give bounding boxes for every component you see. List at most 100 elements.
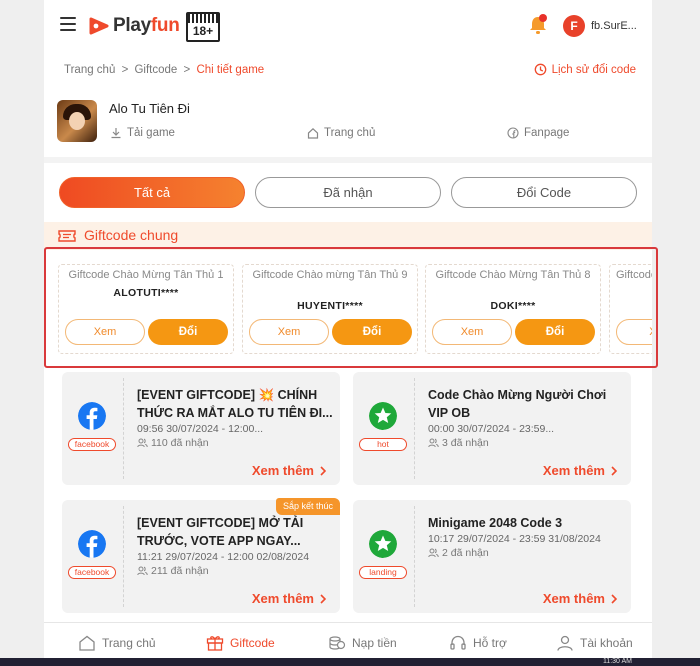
users-icon (137, 438, 148, 448)
fanpage-label: Fanpage (524, 127, 570, 139)
event-card-icon-area: facebook (62, 372, 122, 485)
playfun-logo-icon (89, 17, 109, 35)
home-icon (307, 127, 319, 139)
event-claimed-label: 110 đã nhận (151, 437, 209, 449)
nav-giftcode-label: Giftcode (230, 636, 275, 650)
breadcrumb-separator: > (121, 64, 129, 76)
event-title: [EVENT GIFTCODE] MỞ TẢI TRƯỚC, VOTE APP … (137, 516, 304, 548)
chevron-right-icon (320, 465, 326, 476)
home-icon (79, 635, 95, 651)
chevron-right-icon (611, 465, 617, 476)
game-homepage-link[interactable]: Trang chủ (307, 127, 375, 139)
top-header: Playfun 18+ F fb.SurE... (44, 0, 652, 54)
breadcrumb-current: Chi tiết game (196, 64, 265, 76)
event-source-tag: hot (359, 438, 407, 451)
see-more-label: Xem thêm (542, 463, 605, 478)
breadcrumb-home[interactable]: Trang chủ (64, 64, 115, 76)
breadcrumb-separator: > (183, 64, 191, 76)
event-claimed-label: 2 đã nhận (442, 547, 489, 559)
giftcode-section-header: Giftcode chung (44, 222, 652, 250)
section-divider (44, 157, 652, 163)
event-claimed-count: 2 đã nhận (428, 547, 489, 559)
coins-icon (329, 636, 346, 650)
see-more-label: Xem thêm (542, 591, 605, 606)
avatar: F (563, 15, 585, 37)
tab-redeem-code[interactable]: Đổi Code (451, 177, 637, 208)
see-more-label: Xem thêm (251, 591, 314, 606)
event-title: Code Chào Mừng Người Chơi VIP OB (428, 388, 607, 420)
nav-account[interactable]: Tài khoản (556, 635, 633, 651)
event-claimed-label: 3 đã nhận (442, 437, 489, 449)
user-icon (557, 635, 573, 651)
see-more-label: Xem thêm (251, 463, 314, 478)
user-menu[interactable]: F fb.SurE... (563, 15, 637, 37)
users-icon (428, 548, 439, 558)
age-rating-badge: 18+ (186, 12, 220, 42)
nav-support-label: Hỗ trợ (473, 636, 507, 650)
event-date-range: 11:21 29/07/2024 - 12:00 02/08/2024 (137, 551, 310, 563)
logo-text: Playfun (113, 15, 180, 36)
playfun-logo[interactable]: Playfun (88, 12, 180, 40)
download-game-link[interactable]: Tải game (110, 127, 175, 139)
event-date-range: 09:56 30/07/2024 - 12:00... (137, 423, 264, 435)
event-date-range: 00:00 30/07/2024 - 23:59... (428, 423, 555, 435)
nav-topup-label: Nạp tiền (352, 636, 397, 650)
breadcrumb-giftcode[interactable]: Giftcode (134, 64, 177, 76)
game-homepage-label: Trang chủ (324, 127, 376, 139)
chevron-right-icon (611, 593, 617, 604)
hamburger-menu-icon[interactable] (60, 17, 76, 31)
nav-home[interactable]: Trang chủ (78, 635, 156, 651)
event-card[interactable]: facebook [EVENT GIFTCODE] 💥 CHÍNH THỨC R… (62, 372, 340, 485)
facebook-outline-icon (507, 127, 519, 139)
nav-support[interactable]: Hỗ trợ (449, 635, 507, 651)
event-date-range: 10:17 29/07/2024 - 23:59 31/08/2024 (428, 533, 601, 545)
chevron-right-icon (320, 593, 326, 604)
see-more-link[interactable]: Xem thêm (543, 463, 617, 478)
event-card-icon-area: hot (353, 372, 413, 485)
section-title: Giftcode chung (84, 227, 179, 243)
see-more-link[interactable]: Xem thêm (252, 463, 326, 478)
game-thumbnail (57, 100, 97, 142)
event-title: [EVENT GIFTCODE] 💥 CHÍNH THỨC RA MẮT ALO… (137, 388, 333, 420)
event-claimed-label: 211 đã nhận (151, 565, 209, 577)
giftcode-carousel-highlight (44, 247, 658, 368)
event-card-separator (123, 506, 124, 607)
star-icon (369, 402, 397, 430)
event-claimed-count: 110 đã nhận (137, 437, 209, 449)
nav-topup[interactable]: Nạp tiền (328, 635, 397, 651)
see-more-link[interactable]: Xem thêm (543, 591, 617, 606)
event-card[interactable]: landing Minigame 2048 Code 3 10:17 29/07… (353, 500, 631, 613)
username: fb.SurE... (591, 20, 637, 32)
tab-all[interactable]: Tất cả (59, 177, 245, 208)
event-card-separator (123, 378, 124, 479)
gift-icon (206, 636, 224, 651)
redeem-history-link[interactable]: Lịch sử đổi code (534, 63, 636, 76)
notification-bell-icon[interactable] (528, 14, 548, 36)
event-card[interactable]: Sắp kết thúc facebook [EVENT GIFTCODE] M… (62, 498, 340, 613)
event-card-icon-area: facebook (62, 500, 122, 613)
see-more-link[interactable]: Xem thêm (252, 591, 326, 606)
event-claimed-count: 3 đã nhận (428, 437, 489, 449)
event-claimed-count: 211 đã nhận (137, 565, 209, 577)
download-game-label: Tải game (127, 127, 175, 139)
event-card[interactable]: hot Code Chào Mừng Người Chơi VIP OB 00:… (353, 372, 631, 485)
fanpage-link[interactable]: Fanpage (507, 127, 569, 139)
ending-soon-badge: Sắp kết thúc (275, 498, 340, 515)
nav-account-label: Tài khoản (580, 636, 633, 650)
history-icon (534, 63, 546, 76)
event-title: Minigame 2048 Code 3 (428, 516, 563, 530)
nav-giftcode[interactable]: Giftcode (206, 635, 275, 651)
tab-received[interactable]: Đã nhận (255, 177, 441, 208)
users-icon (428, 438, 439, 448)
age-rating-text: 18+ (192, 24, 214, 38)
os-taskbar: 11:30 AM (0, 658, 700, 666)
ticket-icon (58, 230, 76, 242)
event-card-separator (414, 378, 415, 479)
event-card-icon-area: landing (353, 500, 413, 613)
event-source-tag: facebook (68, 566, 116, 579)
event-source-tag: facebook (68, 438, 116, 451)
taskbar-clock: 11:30 AM (602, 658, 632, 665)
facebook-icon (78, 402, 106, 430)
nav-home-label: Trang chủ (102, 636, 156, 650)
users-icon (137, 566, 148, 576)
